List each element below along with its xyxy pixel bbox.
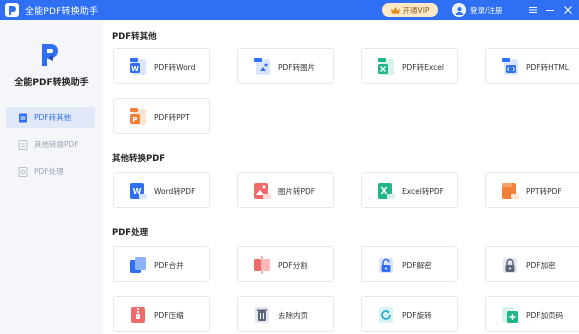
card-label: PPT转PDF — [526, 187, 562, 196]
card-label: PDF转PPT — [154, 113, 190, 122]
section-title-other-to-pdf: 其他转换PDF — [112, 154, 166, 164]
pdf-decrypt-icon — [379, 258, 393, 273]
sidebar-item-label: 其他转换PDF — [34, 140, 79, 149]
card-pdf-to-image[interactable]: PDF转图片 — [237, 48, 334, 84]
ppt-to-pdf-icon — [502, 183, 519, 199]
card-pdf-to-html[interactable]: PDF转HTML — [485, 48, 579, 84]
card-label: PDF旋转 — [402, 311, 432, 320]
card-label: PDF压缩 — [154, 311, 184, 320]
card-pdf-decrypt[interactable]: PDF解密 — [361, 246, 458, 282]
card-label: PDF加页码 — [526, 311, 564, 320]
card-label: PDF转HTML — [526, 63, 569, 72]
pdf-process-icon — [18, 166, 28, 177]
pdf-rotate-icon — [379, 307, 393, 323]
app-logo-icon — [5, 3, 19, 17]
card-label: PDF解密 — [402, 261, 432, 270]
card-pdf-page-number[interactable]: PDF加页码 — [485, 296, 579, 332]
pdf-encrypt-icon — [503, 258, 517, 273]
image-to-pdf-icon — [254, 183, 271, 199]
minimize-icon — [546, 10, 554, 11]
card-excel-to-pdf[interactable]: Excel转PDF — [361, 172, 458, 208]
card-pdf-to-ppt[interactable]: P PDF转PPT — [113, 98, 210, 134]
card-image-to-pdf[interactable]: 图片转PDF — [237, 172, 334, 208]
card-word-to-pdf[interactable]: W Word转PDF — [113, 172, 210, 208]
sidebar-item-label: PDF处理 — [34, 167, 64, 176]
card-label: PDF转图片 — [278, 63, 316, 72]
sidebar-item-pdf-to-other[interactable]: PDF转其他 — [6, 107, 95, 128]
login-register-link[interactable]: 登录/注册 — [470, 5, 503, 16]
menu-button[interactable] — [526, 3, 540, 17]
vip-button[interactable]: 开通VIP — [382, 3, 438, 17]
app-logo-icon — [42, 44, 58, 66]
card-pdf-to-excel[interactable]: PDF转Excel — [361, 48, 458, 84]
card-label: PDF合并 — [154, 261, 184, 270]
card-pdf-rotate[interactable]: PDF旋转 — [361, 296, 458, 332]
pdf-split-icon — [254, 256, 270, 274]
pdf-to-image-icon — [254, 58, 270, 75]
close-icon — [564, 6, 572, 14]
title-bar: 全能PDF转换助手 开通VIP 登录/注册 — [0, 0, 579, 20]
sidebar-title: 全能PDF转换助手 — [14, 78, 89, 88]
svg-text:W: W — [131, 65, 139, 73]
vip-label: 开通VIP — [402, 5, 430, 15]
card-label: PDF转Word — [154, 63, 196, 72]
minimize-button[interactable] — [543, 3, 557, 17]
card-remove-pages[interactable]: 去除内页 — [237, 296, 334, 332]
card-label: 去除内页 — [278, 311, 308, 320]
remove-pages-icon — [255, 307, 269, 323]
card-label: PDF加密 — [526, 261, 556, 270]
close-button[interactable] — [561, 3, 575, 17]
card-pdf-encrypt[interactable]: PDF加密 — [485, 246, 579, 282]
pdf-file-icon — [19, 113, 27, 122]
section-title-pdf-process: PDF处理 — [112, 228, 149, 238]
card-pdf-compress[interactable]: PDF压缩 — [113, 296, 210, 332]
sidebar-item-label: PDF转其他 — [34, 113, 72, 122]
card-label: PDF分割 — [278, 261, 308, 270]
section-title-pdf-to-other: PDF转其他 — [112, 32, 157, 42]
avatar[interactable] — [452, 3, 466, 17]
pdf-merge-icon — [130, 257, 146, 273]
pdf-to-html-icon — [502, 58, 518, 75]
app-title: 全能PDF转换助手 — [25, 6, 99, 17]
sidebar: 全能PDF转换助手 PDF转其他 其他转换PDF PDF处理 — [0, 20, 103, 334]
card-label: Word转PDF — [154, 187, 196, 196]
card-label: 图片转PDF — [278, 187, 316, 196]
sidebar-item-pdf-process[interactable]: PDF处理 — [6, 161, 95, 182]
pdf-to-excel-icon — [378, 58, 394, 75]
card-label: Excel转PDF — [402, 187, 444, 196]
convert-icon — [18, 139, 28, 150]
word-to-pdf-icon: W — [130, 183, 147, 199]
pdf-to-ppt-icon: P — [130, 108, 146, 125]
menu-icon — [529, 7, 537, 13]
pdf-page-number-icon — [502, 307, 518, 323]
excel-to-pdf-icon — [378, 183, 395, 199]
pdf-to-word-icon: W — [130, 58, 146, 75]
card-pdf-merge[interactable]: PDF合并 — [113, 246, 210, 282]
card-label: PDF转Excel — [402, 63, 444, 72]
card-ppt-to-pdf[interactable]: PPT转PDF — [485, 172, 579, 208]
svg-text:P: P — [132, 116, 137, 124]
user-icon — [455, 6, 463, 15]
crown-icon — [390, 6, 400, 14]
card-pdf-split[interactable]: PDF分割 — [237, 246, 334, 282]
pdf-compress-icon — [131, 307, 145, 323]
card-pdf-to-word[interactable]: W PDF转Word — [113, 48, 210, 84]
sidebar-item-other-to-pdf[interactable]: 其他转换PDF — [6, 134, 95, 155]
